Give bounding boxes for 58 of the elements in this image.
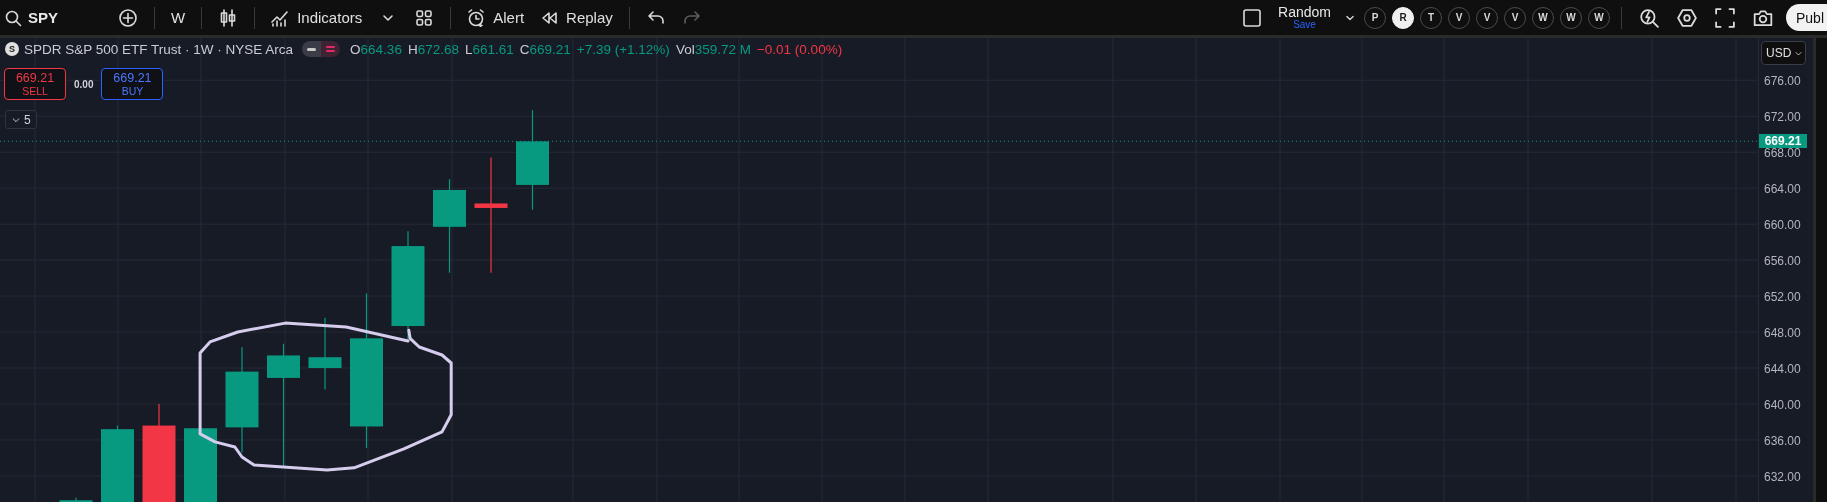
ohlc-label: L [464,41,473,57]
price-tick: 676.00 [1764,75,1802,87]
dash-icon[interactable] [302,41,322,57]
sell-button[interactable]: 669.21 SELL [4,68,66,100]
fullscreen-icon[interactable] [1715,7,1735,28]
ohlc-value: 664.36 [360,41,402,57]
price-tick: 664.00 [1764,183,1802,195]
alarm-clock-icon [467,8,486,27]
price-tick: 668.00 [1764,147,1802,159]
ohlc-value: 661.61 [472,41,514,57]
currency-dropdown[interactable]: USD [1761,41,1806,65]
indicators-button[interactable]: Indicators [263,4,371,31]
ohlc-label: O [350,41,361,57]
price-tick: 672.00 [1764,111,1802,123]
replay-button[interactable]: Replay [532,4,621,31]
price-tick: 644.00 [1764,363,1802,375]
watchlist-button[interactable]: R [1392,6,1414,29]
square-icon[interactable] [1243,8,1262,27]
price-tick: 632.00 [1764,471,1802,483]
price-tick: 648.00 [1764,327,1802,339]
layout-name[interactable]: Random [1278,5,1331,19]
visibility-toggle[interactable] [302,41,341,57]
grid-icon[interactable] [415,8,434,27]
ohlc-label: C [519,41,530,57]
volume-change: −0.01 (0.00%) [756,41,843,57]
price-tick: 660.00 [1764,219,1802,231]
add-icon[interactable] [119,8,137,27]
symbol-search[interactable]: SPY [0,8,66,27]
ohlc-value: 672.68 [417,41,459,57]
ohlc-value: 669.21 [529,41,571,57]
undo-icon[interactable] [646,8,665,27]
settings-icon[interactable] [1677,7,1697,28]
collapse-indicators-button[interactable]: 5 [5,110,37,129]
candlestick [59,496,93,502]
brush-stroke[interactable] [198,321,453,472]
price-tick: 652.00 [1764,291,1802,303]
ohlc-label: H [407,41,418,57]
volume-value: 359.72 M [694,41,751,57]
buy-button[interactable]: 669.21 BUY [101,68,164,100]
chart-icon [271,8,290,27]
interval-button[interactable]: W [163,5,194,30]
volume-label: Vol [675,41,695,57]
candles-icon[interactable] [219,8,238,27]
save-link[interactable]: Save [1293,20,1316,30]
camera-icon[interactable] [1753,7,1773,28]
search-icon [4,8,22,27]
wave-icon[interactable] [321,41,341,57]
publish-button[interactable]: Publ [1786,4,1827,31]
symbol-logo: S [5,42,19,56]
symbol-title: SPDR S&P 500 ETF Trust · 1W · NYSE Arca [24,41,294,57]
price-tick: 656.00 [1764,255,1802,267]
lightning-search-icon[interactable] [1639,7,1659,28]
last-price-badge: 669.21 [1759,134,1807,148]
spread-value: 0.00 [74,78,94,90]
price-tick: 640.00 [1764,399,1802,411]
alert-button[interactable]: Alert [459,4,533,31]
price-change: +7.39 (+1.12%) [576,41,670,57]
price-tick: 636.00 [1764,435,1802,447]
